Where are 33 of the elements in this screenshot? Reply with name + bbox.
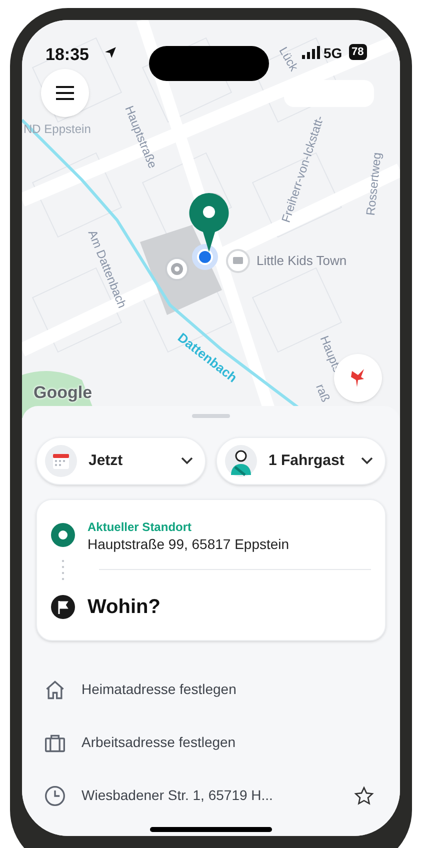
status-time: 18:35 bbox=[46, 44, 89, 66]
destination-field[interactable]: Wohin? bbox=[88, 592, 160, 622]
menu-icon bbox=[56, 86, 74, 100]
chevron-down-icon bbox=[360, 457, 372, 465]
map-label: raß bbox=[312, 381, 334, 405]
home-icon bbox=[44, 678, 66, 700]
location-arrow-icon bbox=[104, 46, 116, 59]
origin-address[interactable]: Hauptstraße 99, 65817 Eppstein bbox=[88, 535, 290, 554]
chevron-down-icon bbox=[180, 457, 192, 465]
origin-dot-icon bbox=[50, 523, 74, 547]
menu-button[interactable] bbox=[40, 69, 88, 117]
drag-handle[interactable] bbox=[192, 414, 230, 418]
battery-indicator: 78 bbox=[348, 44, 367, 60]
calendar-icon bbox=[44, 445, 76, 477]
person-icon bbox=[224, 445, 256, 477]
network-label: 5G bbox=[324, 44, 342, 63]
star-icon[interactable] bbox=[354, 786, 374, 806]
map-label: Rossertweg bbox=[362, 152, 384, 216]
shortcut-item[interactable]: Heimatadresse festlegen bbox=[36, 663, 386, 716]
shortcut-item[interactable]: Wiesbadener Str. 1, 65719 H... bbox=[36, 769, 386, 822]
compass-icon bbox=[350, 368, 366, 388]
signal-icon bbox=[302, 46, 320, 59]
google-logo: Google bbox=[34, 382, 92, 404]
picker-button[interactable]: Jetzt bbox=[36, 437, 206, 485]
pin-icon bbox=[188, 192, 230, 254]
location-dot-icon bbox=[190, 243, 218, 271]
place-marker-icon bbox=[224, 248, 250, 274]
picker-button[interactable]: 1 Fahrgast bbox=[216, 437, 386, 485]
origin-caption: Aktueller Standort bbox=[88, 520, 193, 535]
map-label: Little Kids Town bbox=[256, 252, 347, 270]
clock-icon bbox=[44, 784, 66, 806]
shortcut-item[interactable]: Arbeitsadresse festlegen bbox=[36, 716, 386, 769]
flag-icon bbox=[50, 595, 74, 619]
